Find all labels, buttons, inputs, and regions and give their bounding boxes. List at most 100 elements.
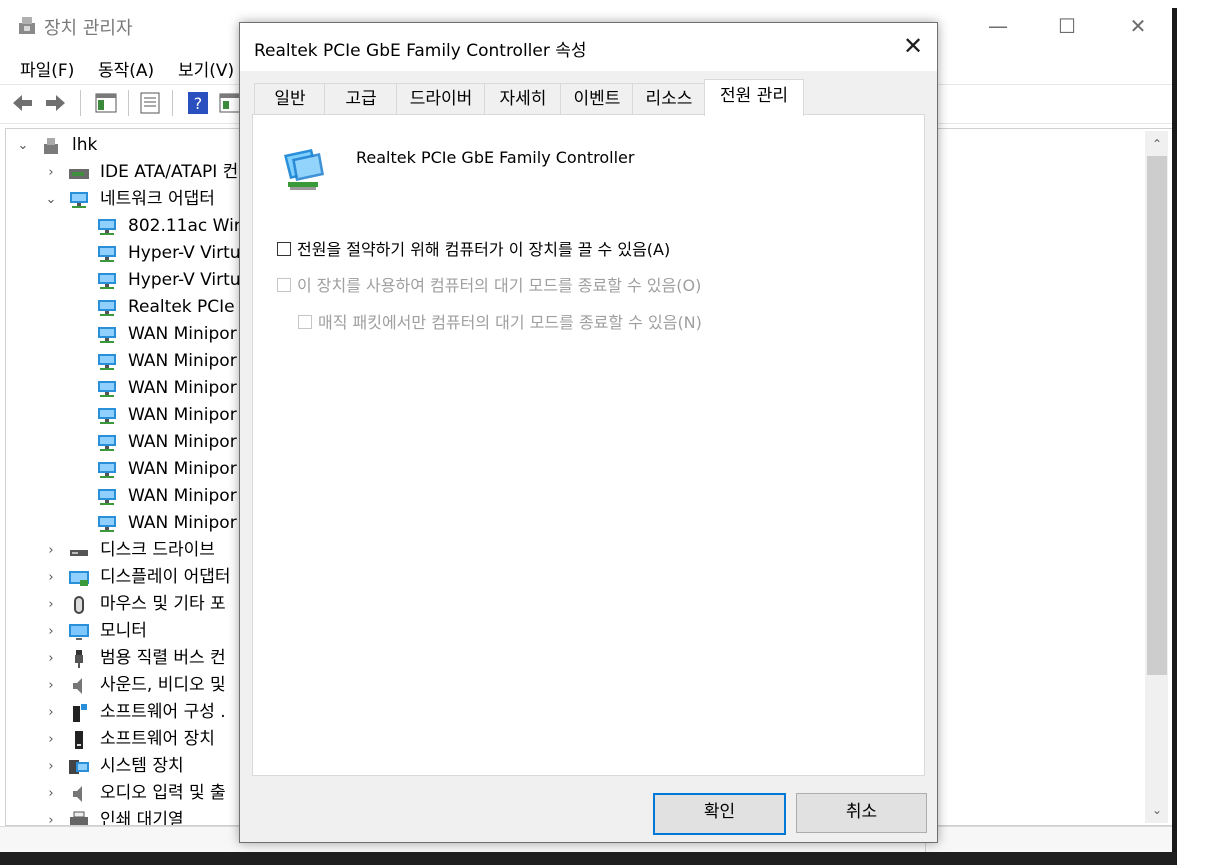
speaker-icon	[73, 678, 82, 694]
properties-icon[interactable]	[138, 91, 162, 115]
tree-item-label: 마우스 및 기타 포	[100, 594, 226, 614]
display-adapter-icon	[69, 571, 89, 586]
scrollbar-thumb[interactable]	[1147, 156, 1167, 675]
tree-item-label: WAN Minipor	[128, 459, 237, 479]
help-icon[interactable]: ?	[186, 91, 210, 115]
toolbar-separator	[80, 90, 81, 116]
expand-arrow-icon[interactable]: ›	[44, 564, 58, 591]
tab-power-management[interactable]: 전원 관리	[704, 79, 804, 116]
window-edge	[1172, 8, 1177, 865]
menu-file[interactable]: 파일(F)	[20, 56, 74, 81]
toolbar-separator	[172, 90, 173, 116]
network-adapter-icon	[98, 354, 116, 370]
scroll-up-icon[interactable]: ⌃	[1147, 134, 1167, 154]
tree-item-label: 디스플레이 어댑터	[100, 567, 231, 587]
tree-item-label: 802.11ac Wirel	[128, 216, 256, 236]
tree-item-label: Realtek PCIe G	[128, 297, 254, 317]
back-arrow-icon[interactable]	[10, 91, 34, 115]
menu-view[interactable]: 보기(V)	[178, 56, 234, 81]
network-adapter-icon	[98, 219, 116, 235]
expand-arrow-icon[interactable]: ›	[44, 726, 58, 753]
dialog-title: Realtek PCIe GbE Family Controller 속성	[254, 41, 587, 61]
scroll-down-icon[interactable]: ⌄	[1147, 800, 1167, 820]
properties-dialog: Realtek PCIe GbE Family Controller 속성 ✕ …	[239, 22, 938, 843]
wake-computer-checkbox[interactable]	[277, 278, 291, 292]
network-adapter-icon	[98, 300, 116, 316]
svg-text:?: ?	[194, 94, 203, 113]
tree-item-label: WAN Minipor	[128, 378, 237, 398]
tree-item-label: 오디오 입력 및 출	[100, 783, 226, 803]
network-adapter-icon	[70, 192, 88, 208]
tab-details[interactable]: 자세히	[484, 83, 562, 114]
tree-item-label: WAN Minipor	[128, 405, 237, 425]
wake-computer-label: 이 장치를 사용하여 컴퓨터의 대기 모드를 종료할 수 있음(O)	[297, 276, 702, 295]
tree-item-label: 네트워크 어댑터	[100, 189, 215, 209]
expand-arrow-icon[interactable]: ›	[44, 591, 58, 618]
allow-turn-off-checkbox[interactable]	[277, 242, 291, 256]
tab-general[interactable]: 일반	[254, 83, 326, 114]
expand-arrow-icon[interactable]: ›	[44, 807, 58, 825]
expand-arrow-icon[interactable]: ›	[44, 537, 58, 564]
expand-arrow-icon[interactable]: ›	[44, 159, 58, 186]
tree-item-label: Hyper-V Virtua	[128, 243, 251, 263]
monitor-icon	[69, 624, 89, 640]
magic-packet-checkbox[interactable]	[298, 315, 312, 329]
maximize-icon[interactable]: ☐	[1057, 16, 1077, 36]
cancel-button[interactable]: 취소	[796, 793, 927, 833]
tree-root-label: lhk	[72, 135, 98, 155]
computer-icon	[44, 138, 58, 154]
expand-arrow-icon[interactable]: ›	[44, 618, 58, 645]
toolbar-separator	[128, 90, 129, 116]
tree-item-label: WAN Minipor	[128, 324, 237, 344]
app-title: 장치 관리자	[44, 18, 133, 39]
tree-item-label: 범용 직렬 버스 컨	[100, 648, 226, 668]
menu-action[interactable]: 동작(A)	[98, 56, 154, 81]
tree-item-label: IDE ATA/ATAPI 컨	[100, 162, 239, 182]
tree-item-label: WAN Minipor	[128, 486, 237, 506]
printer-icon	[70, 811, 88, 825]
ide-controller-icon	[69, 169, 89, 179]
tab-advanced[interactable]: 고급	[324, 83, 398, 114]
tab-events[interactable]: 이벤트	[560, 83, 634, 114]
tree-item-label: 소프트웨어 구성 .	[100, 702, 226, 722]
tree-item-label: WAN Minipor	[128, 432, 237, 452]
magic-packet-option[interactable]: 매직 패킷에서만 컴퓨터의 대기 모드를 종료할 수 있음(N)	[298, 309, 702, 333]
expand-arrow-icon[interactable]: ›	[44, 672, 58, 699]
tree-item-label: 소프트웨어 장치	[100, 729, 215, 749]
tree-item-label: 사운드, 비디오 및	[100, 675, 226, 695]
tab-resources[interactable]: 리소스	[632, 83, 706, 114]
collapse-arrow-icon[interactable]: ⌄	[44, 186, 58, 213]
close-icon[interactable]: ✕	[900, 33, 926, 59]
network-adapter-icon	[98, 489, 116, 505]
tree-item-label: WAN Minipor	[128, 351, 237, 371]
expand-arrow-icon[interactable]: ›	[44, 780, 58, 807]
mouse-icon	[74, 596, 84, 614]
close-icon[interactable]: ✕	[1128, 16, 1148, 36]
dialog-title-bar: Realtek PCIe GbE Family Controller 속성 ✕	[240, 23, 937, 71]
collapse-arrow-icon[interactable]: ⌄	[16, 132, 30, 159]
tree-item-label: 모니터	[100, 621, 147, 641]
network-adapter-icon	[284, 149, 324, 190]
power-management-panel: Realtek PCIe GbE Family Controller 전원을 절…	[252, 114, 925, 776]
usb-icon	[75, 650, 83, 668]
ok-button[interactable]: 확인	[653, 793, 786, 835]
system-device-icon	[69, 760, 89, 774]
magic-packet-label: 매직 패킷에서만 컴퓨터의 대기 모드를 종료할 수 있음(N)	[318, 313, 702, 332]
tree-item-label: 디스크 드라이브	[100, 540, 215, 560]
expand-arrow-icon[interactable]: ›	[44, 699, 58, 726]
network-adapter-icon	[98, 327, 116, 343]
minimize-icon[interactable]: —	[988, 16, 1008, 36]
show-hide-tree-icon[interactable]	[94, 91, 118, 115]
network-adapter-icon	[98, 462, 116, 478]
software-device-icon	[75, 731, 83, 749]
wake-computer-option[interactable]: 이 장치를 사용하여 컴퓨터의 대기 모드를 종료할 수 있음(O)	[277, 272, 701, 296]
device-manager-icon	[19, 17, 35, 34]
expand-arrow-icon[interactable]: ›	[44, 645, 58, 672]
tab-strip: 일반 고급 드라이버 자세히 이벤트 리소스 전원 관리	[252, 79, 925, 116]
allow-turn-off-label: 전원을 절약하기 위해 컴퓨터가 이 장치를 끌 수 있음(A)	[297, 240, 671, 259]
tree-item-label: 시스템 장치	[100, 756, 184, 776]
tab-driver[interactable]: 드라이버	[396, 83, 486, 114]
expand-arrow-icon[interactable]: ›	[44, 753, 58, 780]
forward-arrow-icon[interactable]	[44, 91, 68, 115]
allow-turn-off-option[interactable]: 전원을 절약하기 위해 컴퓨터가 이 장치를 끌 수 있음(A)	[277, 236, 670, 260]
